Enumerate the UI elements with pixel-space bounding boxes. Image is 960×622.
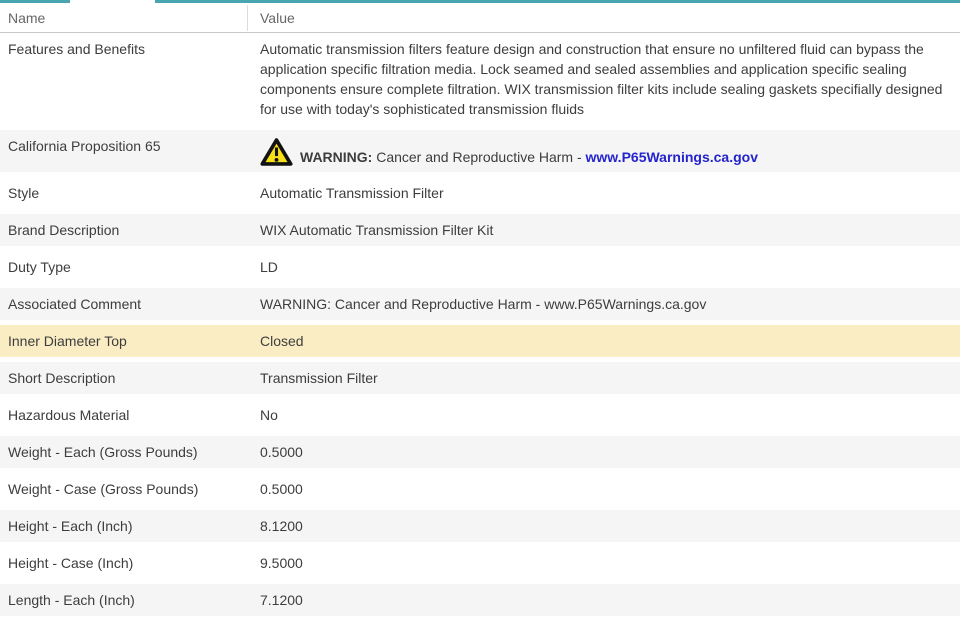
- attribute-value: Closed: [252, 325, 960, 357]
- table-row-associated-comment: Associated Comment WARNING: Cancer and R…: [0, 288, 960, 325]
- warning-triangle-icon: [260, 137, 293, 167]
- attribute-name: Weight - Each (Gross Pounds): [0, 436, 252, 468]
- attribute-value: Automatic Transmission Filter: [252, 177, 960, 209]
- attribute-name: Brand Description: [0, 214, 252, 246]
- table-row-short-description: Short Description Transmission Filter: [0, 362, 960, 399]
- table-row-height-each: Height - Each (Inch) 8.1200: [0, 510, 960, 547]
- attribute-name: Height - Case (Inch): [0, 547, 252, 579]
- attribute-value: Automatic transmission filters feature d…: [252, 33, 960, 125]
- attribute-name: Weight - Case (Gross Pounds): [0, 473, 252, 505]
- table-row-height-case: Height - Case (Inch) 9.5000: [0, 547, 960, 584]
- attribute-value: 0.5000: [252, 436, 960, 468]
- table-row-features-and-benefits: Features and Benefits Automatic transmis…: [0, 33, 960, 130]
- table-row-hazardous-material: Hazardous Material No: [0, 399, 960, 436]
- attribute-name: Style: [0, 177, 252, 209]
- attribute-name: Duty Type: [0, 251, 252, 283]
- attribute-value: WARNING: Cancer and Reproductive Harm - …: [252, 288, 960, 320]
- p65-warnings-link[interactable]: www.P65Warnings.ca.gov: [586, 149, 758, 165]
- warning-message: Cancer and Reproductive Harm -: [372, 149, 585, 165]
- attribute-name: California Proposition 65: [0, 130, 252, 172]
- attribute-name: Associated Comment: [0, 288, 252, 320]
- attribute-value: 0.5000: [252, 473, 960, 505]
- table-row-length-each: Length - Each (Inch) 7.1200: [0, 584, 960, 621]
- table-row-inner-diameter-top[interactable]: Inner Diameter Top Closed: [0, 325, 960, 362]
- attribute-name: Length - Each (Inch): [0, 584, 252, 616]
- attribute-value: No: [252, 399, 960, 431]
- table-row-california-proposition-65: California Proposition 65 WARNING: Cance…: [0, 130, 960, 177]
- attribute-name: Inner Diameter Top: [0, 325, 252, 357]
- attribute-name: Height - Each (Inch): [0, 510, 252, 542]
- prop65-warning-text: WARNING: Cancer and Reproductive Harm - …: [300, 147, 758, 167]
- table-row-brand-description: Brand Description WIX Automatic Transmis…: [0, 214, 960, 251]
- attribute-value: Transmission Filter: [252, 362, 960, 394]
- attribute-value: 7.1200: [252, 584, 960, 616]
- attributes-table: Features and Benefits Automatic transmis…: [0, 33, 960, 621]
- tab-accent-gap: [70, 0, 155, 3]
- table-row-weight-case: Weight - Case (Gross Pounds) 0.5000: [0, 473, 960, 510]
- tab-accent-bar: [0, 0, 960, 3]
- attribute-value: LD: [252, 251, 960, 283]
- attribute-name: Hazardous Material: [0, 399, 252, 431]
- attribute-value: 8.1200: [252, 510, 960, 542]
- attribute-name: Short Description: [0, 362, 252, 394]
- attribute-value: WIX Automatic Transmission Filter Kit: [252, 214, 960, 246]
- attribute-name: Features and Benefits: [0, 33, 252, 125]
- attribute-value: 9.5000: [252, 547, 960, 579]
- table-row-style: Style Automatic Transmission Filter: [0, 177, 960, 214]
- attributes-table-header: Name Value: [0, 3, 960, 33]
- table-row-duty-type: Duty Type LD: [0, 251, 960, 288]
- attribute-value: WARNING: Cancer and Reproductive Harm - …: [252, 130, 960, 172]
- warning-label: WARNING:: [300, 149, 372, 165]
- column-header-value: Value: [247, 5, 960, 31]
- column-header-name: Name: [0, 10, 247, 26]
- table-row-weight-each: Weight - Each (Gross Pounds) 0.5000: [0, 436, 960, 473]
